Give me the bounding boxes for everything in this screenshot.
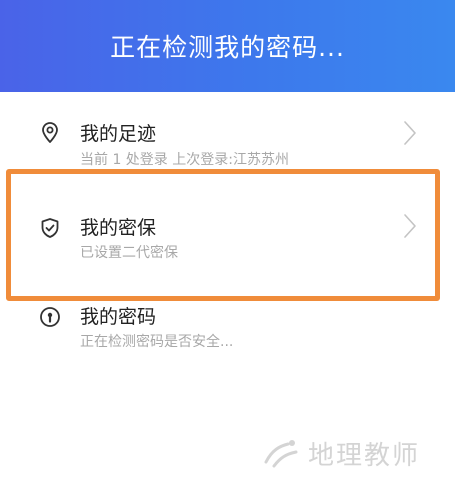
list-item-title: 我的足迹 bbox=[80, 123, 157, 145]
chevron-right-icon bbox=[402, 119, 418, 147]
header-bar: 正在检测我的密码... bbox=[0, 0, 455, 92]
highlight-box bbox=[6, 169, 440, 301]
page-title: 正在检测我的密码... bbox=[110, 33, 345, 62]
security-check-screen: 正在检测我的密码... 我的足迹 当前 1 处登录 上次登录:江苏苏州 我的密保… bbox=[0, 0, 455, 479]
list-item-subtitle: 正在检测密码是否安全... bbox=[80, 334, 234, 350]
keyhole-icon bbox=[38, 305, 62, 329]
watermark: 地理教师 bbox=[262, 433, 420, 473]
list-item-subtitle: 当前 1 处登录 上次登录:江苏苏州 bbox=[80, 152, 289, 168]
location-pin-icon bbox=[38, 121, 62, 145]
list-item-password[interactable]: 我的密码 正在检测密码是否安全... bbox=[0, 300, 455, 390]
list-item-title: 我的密码 bbox=[80, 306, 157, 328]
watermark-text: 地理教师 bbox=[308, 440, 421, 471]
watermark-logo-icon bbox=[262, 436, 300, 470]
